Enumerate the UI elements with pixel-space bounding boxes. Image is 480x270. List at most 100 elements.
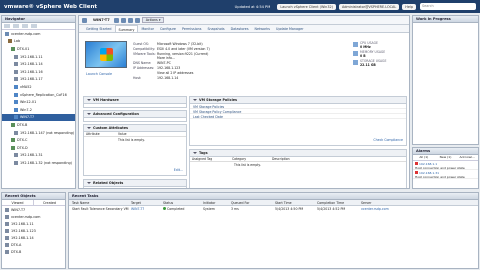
tree-item[interactable]: DTX-01: [2, 45, 75, 53]
category-column[interactable]: Category: [230, 157, 270, 161]
value-column[interactable]: Value: [116, 132, 127, 136]
description-column[interactable]: Description: [270, 157, 290, 161]
status-column[interactable]: Status: [163, 201, 203, 205]
recent-object-item[interactable]: WIN7-T7: [2, 206, 65, 213]
tree-item[interactable]: DTX-C: [2, 136, 75, 144]
tab-networks[interactable]: Networks: [252, 25, 273, 32]
tree-item-label: 192.168.1.31: [20, 153, 43, 158]
initiator-column[interactable]: Initiator: [203, 201, 231, 205]
server-column[interactable]: Server: [361, 201, 478, 205]
vms-templates-tab-icon[interactable]: [13, 24, 19, 28]
related-objects-section[interactable]: Related Objects: [83, 179, 187, 188]
console-icon[interactable]: [127, 17, 133, 23]
recent-object-item[interactable]: 192.168.1.14: [2, 234, 65, 241]
tree-item[interactable]: 192.168.1.31: [2, 152, 75, 160]
tab-monitor[interactable]: Monitor: [138, 25, 157, 32]
resource-value: 0 MHz: [360, 44, 371, 49]
vm-details: Guest OS: Microsoft Windows 7 (32-bit) Com…: [133, 42, 210, 80]
tab-permissions[interactable]: Permissions: [179, 25, 205, 32]
tree-item[interactable]: 192.168.1.147 (not responding): [2, 129, 75, 137]
recent-object-item[interactable]: DTX-B: [2, 248, 65, 255]
collapse-icon[interactable]: [193, 152, 197, 155]
user-menu[interactable]: Administrator@VSPHERE.LOCAL: [338, 3, 400, 10]
recent-object-item[interactable]: 192.168.1.11: [2, 220, 65, 227]
tree-item[interactable]: 192.168.1.14: [2, 60, 75, 68]
power-off-icon[interactable]: [120, 17, 126, 23]
target-column[interactable]: Target: [131, 201, 163, 205]
tab-getting-started[interactable]: Getting Started: [83, 25, 115, 32]
recent-object-item[interactable]: vcenter.rsdp.com: [2, 213, 65, 220]
networking-tab-icon[interactable]: [31, 24, 37, 28]
completion-time-column[interactable]: Completion Time: [317, 201, 361, 205]
alarm-object[interactable]: 192.168.1.1: [419, 162, 437, 166]
tree-item[interactable]: DTX-B: [2, 121, 75, 129]
task-row[interactable]: Start Fault Tolerance Secondary VM WIN7-T…: [69, 206, 478, 212]
alarm-item[interactable]: 192.168.1.1 Host connection and power sta…: [413, 161, 478, 170]
tree-item[interactable]: vMA52: [2, 83, 75, 91]
work-in-progress-panel: Work In Progress: [412, 15, 479, 145]
collapse-icon[interactable]: [87, 113, 91, 116]
cluster-icon: [11, 122, 15, 127]
tree-item[interactable]: Win12-01: [2, 98, 75, 106]
launch-console-link[interactable]: Launch Console: [86, 72, 112, 76]
task-server[interactable]: vcenter.rsdp.com: [361, 207, 478, 211]
tree-item[interactable]: WIN7-T7: [2, 113, 75, 122]
tree-item[interactable]: DTX-D: [2, 144, 75, 152]
console-thumbnail[interactable]: [85, 41, 127, 68]
alarm-item[interactable]: 192.168.1.31 Host connection and power st…: [413, 170, 478, 179]
tab-configure[interactable]: Configure: [157, 25, 179, 32]
tree-item[interactable]: Lab: [2, 38, 75, 46]
vm-hardware-section[interactable]: VM Hardware: [83, 96, 187, 108]
alarm-object[interactable]: 192.168.1.31: [419, 171, 439, 175]
advanced-config-section[interactable]: Advanced Configuration: [83, 110, 187, 122]
actions-menu[interactable]: Actions ▾: [141, 17, 165, 23]
collapse-icon[interactable]: [87, 127, 91, 130]
collapse-icon[interactable]: [87, 182, 91, 185]
attribute-column[interactable]: Attribute: [84, 132, 116, 136]
tree-item[interactable]: 192.168.1.32 (not responding): [2, 159, 75, 167]
launch-win32-button[interactable]: Launch vSphere Client (Win32): [277, 3, 336, 10]
storage-policy-row: Last Checked Date: [190, 114, 406, 119]
alarm-tab[interactable]: New (1): [435, 155, 457, 159]
start-time-column[interactable]: Start Time: [275, 201, 317, 205]
queued-for-column[interactable]: Queued For: [231, 201, 275, 205]
tree-item-label: vcenter.rsdp.com: [11, 31, 41, 36]
tab-snapshots[interactable]: Snapshots: [204, 25, 227, 32]
tree-item[interactable]: vcenter.rsdp.com: [2, 30, 75, 38]
edit-attributes-link[interactable]: Edit...: [174, 168, 183, 172]
tree-item[interactable]: 192.168.1.17: [2, 76, 75, 84]
detail-value[interactable]: 192.168.1.14: [157, 76, 178, 81]
object-icon: [5, 207, 9, 212]
alarm-tab[interactable]: All (1): [413, 155, 435, 159]
tab-viewed[interactable]: Viewed: [2, 200, 34, 205]
search-input[interactable]: Search: [420, 3, 476, 10]
check-compliance-link[interactable]: Check Compliance: [373, 138, 403, 142]
resource-value: 0 B: [360, 53, 366, 58]
tree-item[interactable]: 192.168.1.16: [2, 68, 75, 76]
storage-tab-icon[interactable]: [22, 24, 28, 28]
task-status-cell: Completed: [163, 207, 203, 211]
tree-item[interactable]: vSphere_Replication_CoF16: [2, 91, 75, 99]
object-icon: [5, 221, 9, 226]
tab-summary[interactable]: Summary: [114, 25, 139, 32]
hosts-clusters-tab-icon[interactable]: [4, 24, 10, 28]
tab-datastores[interactable]: Datastores: [228, 25, 252, 32]
assigned-tag-column[interactable]: Assigned Tag: [190, 157, 230, 161]
recent-object-item[interactable]: 192.168.1.123: [2, 227, 65, 234]
alarm-tab[interactable]: Acknowl...: [456, 155, 478, 159]
recent-object-item[interactable]: DTX-A: [2, 241, 65, 248]
task-initiator: System: [203, 207, 215, 211]
storage-policies-title: VM Storage Policies: [199, 98, 238, 103]
task-name-column[interactable]: Task Name: [69, 201, 131, 205]
tree-item[interactable]: 192.168.1.11: [2, 53, 75, 61]
migrate-icon[interactable]: [134, 17, 140, 23]
help-menu[interactable]: Help: [402, 3, 416, 10]
task-target[interactable]: WIN7-T7: [131, 207, 163, 211]
tree-item[interactable]: Win7-2: [2, 106, 75, 114]
collapse-icon[interactable]: [193, 99, 197, 102]
tab-created[interactable]: Created: [34, 200, 65, 205]
vm-title: WIN7-T7: [93, 18, 110, 22]
tab-update-manager[interactable]: Update Manager: [273, 25, 306, 32]
power-on-icon[interactable]: [113, 17, 119, 23]
collapse-icon[interactable]: [87, 99, 91, 102]
